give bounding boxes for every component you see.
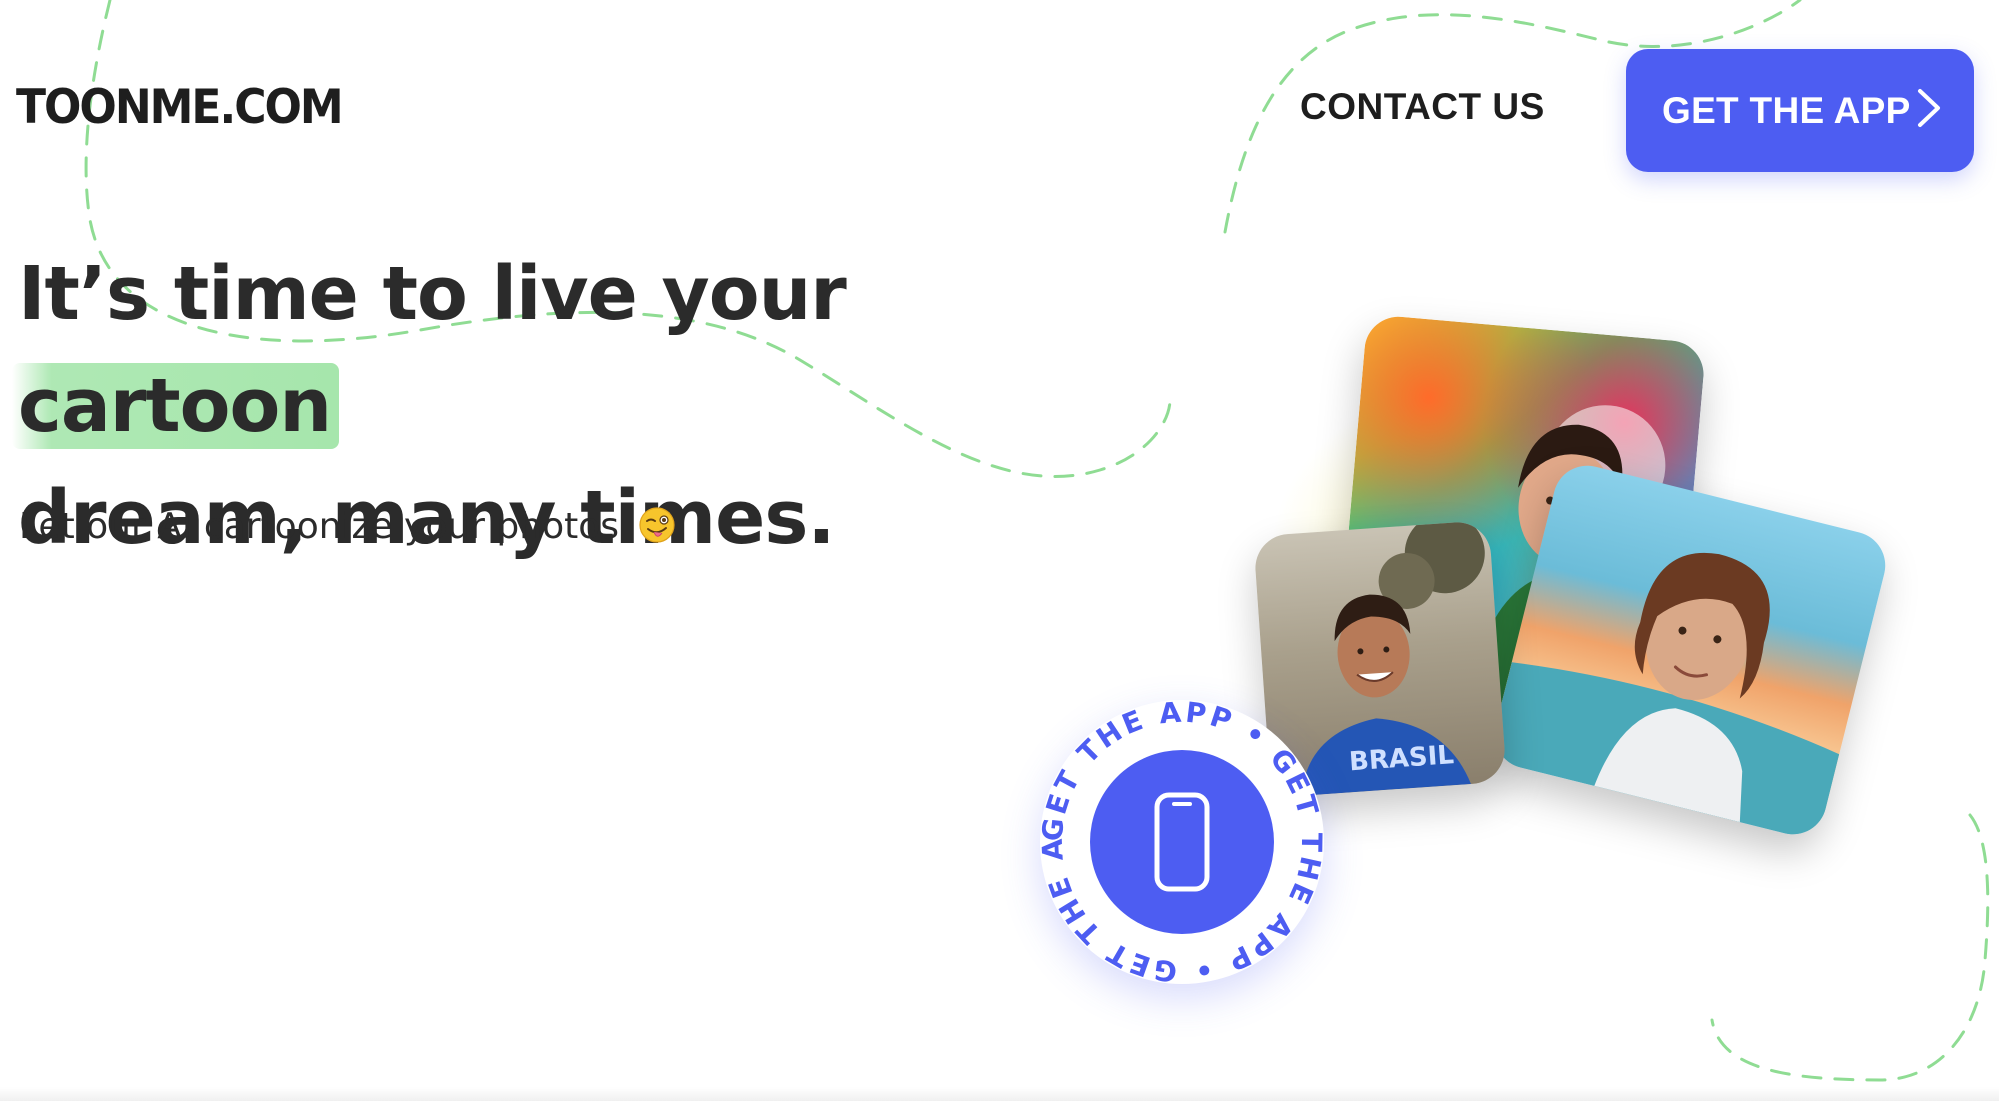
subtitle-text: Let our AI cartoonize your photos xyxy=(19,506,620,547)
beach-portrait-illustration xyxy=(1487,552,1840,842)
page-bottom-edge xyxy=(0,1087,1999,1101)
cartoon-photo-beach xyxy=(1487,458,1893,842)
smartphone-icon xyxy=(1154,792,1210,892)
chevron-right-icon xyxy=(1918,89,1940,127)
headline-highlight: cartoon xyxy=(12,363,340,449)
headline-part1: It’s time to live your xyxy=(18,251,847,337)
contact-us-link[interactable]: CONTACT US xyxy=(1300,86,1545,128)
get-the-app-badge[interactable]: GET THE APP • GET THE APP • GET THE APP … xyxy=(1040,700,1324,984)
get-the-app-button[interactable]: GET THE APP xyxy=(1626,49,1974,172)
landing-page: TOONME.COM CONTACT US GET THE APP It’s t… xyxy=(0,0,1999,1101)
hero-subtitle: Let our AI cartoonize your photos xyxy=(19,506,676,547)
winking-face-with-tongue-icon xyxy=(639,507,676,543)
site-logo[interactable]: TOONME.COM xyxy=(16,80,344,135)
get-the-app-label: GET THE APP xyxy=(1662,89,1911,131)
